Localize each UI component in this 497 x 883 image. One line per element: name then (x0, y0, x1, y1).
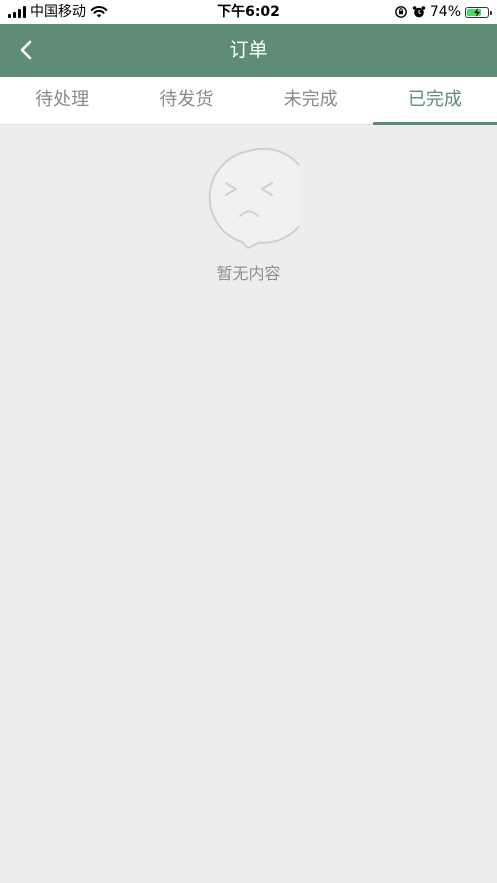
empty-state: 暂无内容 (0, 148, 497, 284)
order-tabs: 待处理 待发货 未完成 已完成 (0, 77, 497, 125)
tab-to-ship[interactable]: 待发货 (124, 77, 248, 124)
status-right: 74% (394, 2, 492, 22)
nav-bar: 订单 (0, 24, 497, 77)
charging-bolt-icon (474, 7, 480, 17)
status-bar: 中国移动 下午6:02 74% (0, 0, 497, 24)
battery-icon (465, 6, 492, 18)
sad-face-bubble-icon (208, 148, 299, 249)
empty-state-text: 暂无内容 (216, 264, 281, 283)
page-title: 订单 (229, 39, 268, 61)
battery-cap (490, 10, 492, 15)
alarm-icon (412, 6, 426, 18)
orientation-lock-icon (394, 6, 407, 18)
battery-percent: 74% (429, 4, 461, 20)
app-screen: 中国移动 下午6:02 74% 订单 待处理 待发货 未完成 已完成 暂无内容 (0, 0, 497, 883)
tab-incomplete[interactable]: 未完成 (249, 77, 373, 124)
tab-completed[interactable]: 已完成 (372, 77, 497, 125)
tab-pending[interactable]: 待处理 (0, 77, 124, 124)
